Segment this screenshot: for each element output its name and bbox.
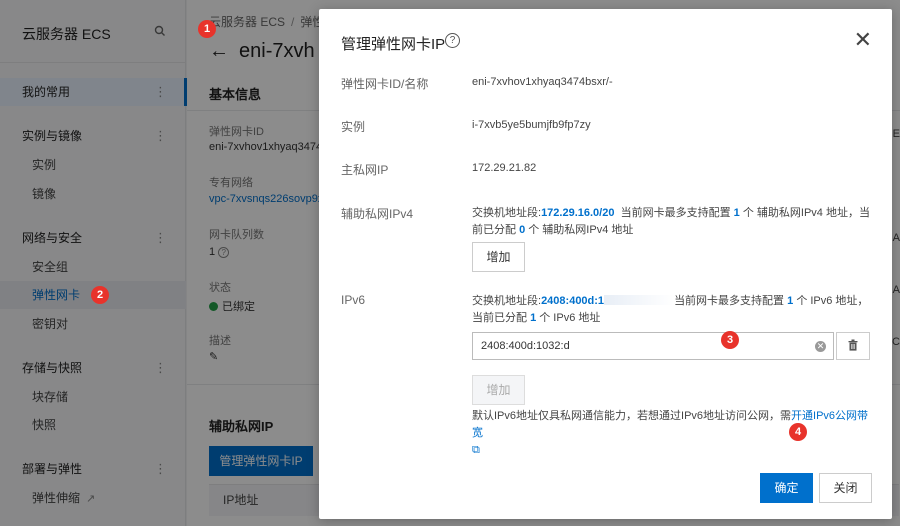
- help-icon[interactable]: ?: [445, 33, 460, 48]
- row-label: 辅助私网IPv4: [341, 207, 414, 221]
- trash-icon: [848, 339, 858, 351]
- ipv6-description: 交换机地址段:2408:400d:1 当前网卡最多支持配置 1 个 IPv6 地址…: [472, 295, 869, 324]
- annotation-badge: 4: [789, 423, 807, 441]
- ipv4-cidr: 172.29.16.0/20: [541, 207, 615, 219]
- eni-id-value: eni-7xvhov1xhyaq3474bsxr/-: [472, 76, 613, 88]
- redacted-blur: [604, 295, 675, 305]
- ipv6-note: 默认IPv6地址仅具私网通信能力，若想通过IPv6地址访问公网，需开通IPv6公…: [472, 410, 869, 456]
- close-button[interactable]: 关闭: [819, 473, 872, 503]
- dialog-title: 管理弹性网卡IP: [341, 36, 446, 53]
- ipv4-description: 交换机地址段:172.29.16.0/20 当前网卡最多支持配置 1 个 辅助私…: [472, 207, 870, 236]
- external-link-icon[interactable]: ⧉: [472, 444, 480, 456]
- delete-ipv6-button[interactable]: [836, 332, 870, 360]
- confirm-button[interactable]: 确定: [760, 473, 813, 503]
- add-ipv6-button[interactable]: 增加: [472, 375, 525, 405]
- redacted-blur: [574, 336, 684, 356]
- add-ipv4-button[interactable]: 增加: [472, 242, 525, 272]
- clear-icon[interactable]: ✕: [815, 341, 826, 352]
- row-label: IPv6: [341, 293, 366, 307]
- row-label: 弹性网卡ID/名称: [341, 77, 429, 91]
- close-icon[interactable]: ✕: [854, 29, 872, 51]
- instance-value: i-7xvb5ye5bumjfb9fp7zy: [472, 119, 591, 131]
- row-label: 主私网IP: [341, 163, 389, 177]
- annotation-badge: 1: [198, 20, 216, 38]
- primary-ip-value: 172.29.21.82: [472, 162, 537, 174]
- annotation-badge: 3: [721, 331, 739, 349]
- manage-eni-ip-dialog: 管理弹性网卡IP ? ✕ 弹性网卡ID/名称 eni-7xvhov1xhyaq3…: [319, 9, 892, 519]
- annotation-badge: 2: [91, 286, 109, 304]
- row-label: 实例: [341, 120, 366, 134]
- ipv6-cidr: 2408:400d:1: [541, 295, 605, 307]
